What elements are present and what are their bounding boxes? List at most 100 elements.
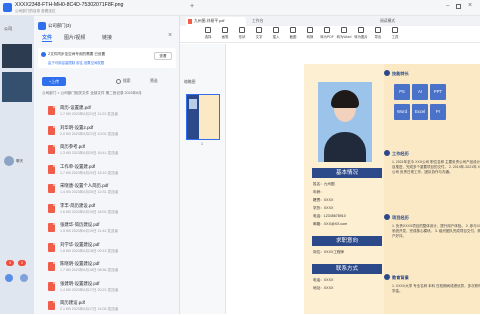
- tool-button[interactable]: 画笔: [217, 27, 233, 39]
- avatar[interactable]: [4, 156, 14, 166]
- notice-text: Z文件同步至空间专用的需要 已设置: [48, 52, 106, 56]
- tab-links[interactable]: 链接: [102, 34, 112, 41]
- skill-badge: AI: [412, 84, 428, 100]
- pdf-file-icon: [48, 164, 55, 174]
- unread-badge: 2: [18, 260, 26, 266]
- pdf-tab[interactable]: 九州图-刘易平.pdf: [186, 17, 246, 26]
- tool-button[interactable]: 转为Word: [336, 27, 352, 39]
- list-item[interactable]: 宋晓唐-设置个人简历.pdf 1.4 KB 2023年6月20日 12:31 发送…: [34, 180, 180, 198]
- tool-label: 形状: [238, 35, 246, 39]
- window-subtitle: 公司部门的目录 查看定位: [15, 9, 56, 13]
- tool-button[interactable]: 形状: [234, 27, 250, 39]
- tool-button[interactable]: 转为PDF: [319, 27, 335, 39]
- tab-media[interactable]: 图片/视频: [64, 34, 85, 41]
- skill-dot-icon: [384, 70, 390, 76]
- list-item[interactable]: 简历参考.pdf 1.3 KB 2023年6月20日 16:41 发送者: [34, 141, 180, 159]
- tab-underline: [42, 41, 52, 42]
- skill-heading: 技能特长: [392, 71, 409, 76]
- tool-button[interactable]: 转为图片: [353, 27, 369, 39]
- tool-icon: [205, 27, 211, 33]
- view-button[interactable]: 查看: [154, 52, 172, 60]
- tool-label: 文字: [255, 35, 263, 39]
- breadcrumb: 公司部门 > 公司部门相关文件 全部文件 第二批记录 2023年6月: [42, 91, 142, 95]
- photo-hair: [331, 90, 359, 108]
- skill-badge: PPT: [430, 84, 446, 100]
- app-logo: [3, 3, 12, 12]
- file-meta: 1.3 KB 2023年6月20日 16:41 发送者: [60, 151, 119, 155]
- list-item[interactable]: 工作单-设置建.pdf 1.7 KB 2023年6月20日 15:10 发送者: [34, 161, 180, 179]
- tool-button[interactable]: 截图: [285, 27, 301, 39]
- skill-badge: Excel: [412, 104, 428, 120]
- tool-label: 画笔: [221, 35, 229, 39]
- tool-button[interactable]: 文字: [251, 27, 267, 39]
- upload-button[interactable]: +上传: [42, 77, 66, 86]
- unread-badge: 3: [6, 260, 14, 266]
- tool-button[interactable]: 导出: [370, 27, 386, 39]
- page-thumbnail[interactable]: [186, 94, 220, 140]
- pdf-file-icon: [48, 242, 55, 252]
- tool-button[interactable]: 转换: [302, 27, 318, 39]
- tool-icon: [392, 27, 398, 33]
- work-heading: 工作经历: [392, 151, 409, 156]
- file-name: 张建明-设置建设.pdf: [60, 280, 100, 286]
- minimize-button[interactable]: –: [446, 3, 449, 9]
- contacts-icon[interactable]: [5, 274, 13, 282]
- info-line: 电话：12345678910: [313, 214, 346, 218]
- notice-subtext: 由于可用容量限制 前往 设置空间权限: [48, 61, 105, 65]
- tab-add-icon[interactable]: +: [190, 3, 194, 10]
- filter-label[interactable]: 筛选: [150, 79, 158, 84]
- work-dot-icon: [384, 150, 390, 156]
- thumb-photo: [189, 99, 197, 109]
- tool-button[interactable]: 插入: [268, 27, 284, 39]
- maximize-button[interactable]: [456, 4, 461, 9]
- section-contact: 联系方式: [312, 264, 382, 274]
- file-name: 张建华-简历建设.pdf: [60, 222, 100, 227]
- tool-icon: [290, 27, 296, 33]
- education-text: 1. XXXX大学 专业名称 本科 在校期间成绩优异，多次获得奖学金。: [392, 284, 480, 294]
- list-item[interactable]: 简历建设.pdf 2.1 KB 2023年6月17日 14:05 发送者: [34, 297, 180, 315]
- chat-item[interactable]: [2, 72, 32, 102]
- section-basic-info: 基本情况: [312, 168, 382, 178]
- list-item[interactable]: 陈晓明-设置建设.pdf 1.7 KB 2023年6月18日 08:56 发送者: [34, 258, 180, 276]
- reading-mode[interactable]: 阅读模式: [380, 19, 395, 24]
- photo-shoulders: [324, 132, 366, 162]
- page-number: 1: [201, 142, 203, 146]
- tool-button[interactable]: 选择: [200, 27, 216, 39]
- profile-photo: [318, 82, 372, 162]
- pdf-file-icon: [48, 223, 55, 232]
- new-tab[interactable]: 工作台: [252, 19, 263, 24]
- project-text: 1. 负责XXXX项目的整体设计，提升用户体验。 2. 参与XXXX系统开发，完…: [392, 224, 480, 239]
- pdf-viewer: 九州图-刘易平.pdf 工作台 阅读模式 选择 画笔 形状 文字 插入 截图 转换 转为PDF…: [180, 16, 480, 314]
- list-item[interactable]: 刘学华-设置建设.pdf 1.8 KB 2023年6月18日 09:13 发送者: [34, 239, 180, 257]
- list-item[interactable]: 张建明-设置建设.pdf 1.4 KB 2023年6月17日 20:22 发送者: [34, 278, 180, 296]
- tool-button[interactable]: 工具: [387, 27, 403, 39]
- contact-line: 地址：XXXX: [313, 286, 334, 290]
- settings-icon[interactable]: [20, 274, 28, 282]
- project-heading: 项目经历: [392, 215, 409, 220]
- tab-files[interactable]: 文件: [42, 34, 52, 41]
- file-name: 简历-设置建.pdf: [60, 105, 91, 110]
- tool-icon: [222, 27, 228, 33]
- resume-page: 基本情况 姓名：九州图 年龄： 籍贯：XXXX 学历：XXXX 电话：12345…: [304, 64, 480, 314]
- list-item[interactable]: 张建华-简历建设.pdf 1.5 KB 2023年6月19日 11:44 发送者: [34, 219, 180, 237]
- chat-item[interactable]: [2, 44, 32, 68]
- close-icon[interactable]: ×: [168, 32, 172, 39]
- file-meta: 1.7 KB 2023年6月20日 15:10 发送者: [60, 170, 119, 175]
- close-button[interactable]: ×: [468, 2, 472, 9]
- search-icon[interactable]: [116, 79, 121, 84]
- list-item[interactable]: 简历-设置建.pdf 1.7 KB 2023年6月21日 11:23 发送者: [34, 102, 180, 120]
- list-item[interactable]: 李丰-简历建设.pdf 1.6 KB 2023年6月19日 18:02 发送者: [34, 200, 180, 218]
- file-name: 简历参考.pdf: [60, 144, 85, 149]
- info-line: 邮箱：XXX@XX.com: [313, 222, 348, 226]
- tool-icon: [239, 27, 245, 33]
- file-name: 简历建设.pdf: [60, 300, 85, 305]
- file-name: 李丰-简历建设.pdf: [60, 202, 96, 208]
- pdf-file-icon: [48, 262, 55, 271]
- search-label[interactable]: 搜索: [123, 79, 131, 84]
- contact-line: 电话：XXXX: [313, 278, 334, 282]
- list-item[interactable]: 刘华明-设置2.pdf 2.0 KB 2023年6月21日 10:02 发送者: [34, 122, 180, 140]
- intent-line: 岗位：XXXX工程师: [313, 250, 345, 254]
- skill-badge: Pr: [430, 104, 446, 120]
- work-text: 1. 2021年至今 XXX公司 职位名称 主要负责公司产品设计与项目推进，完成…: [392, 160, 480, 175]
- tool-label: 转为PDF: [320, 35, 334, 39]
